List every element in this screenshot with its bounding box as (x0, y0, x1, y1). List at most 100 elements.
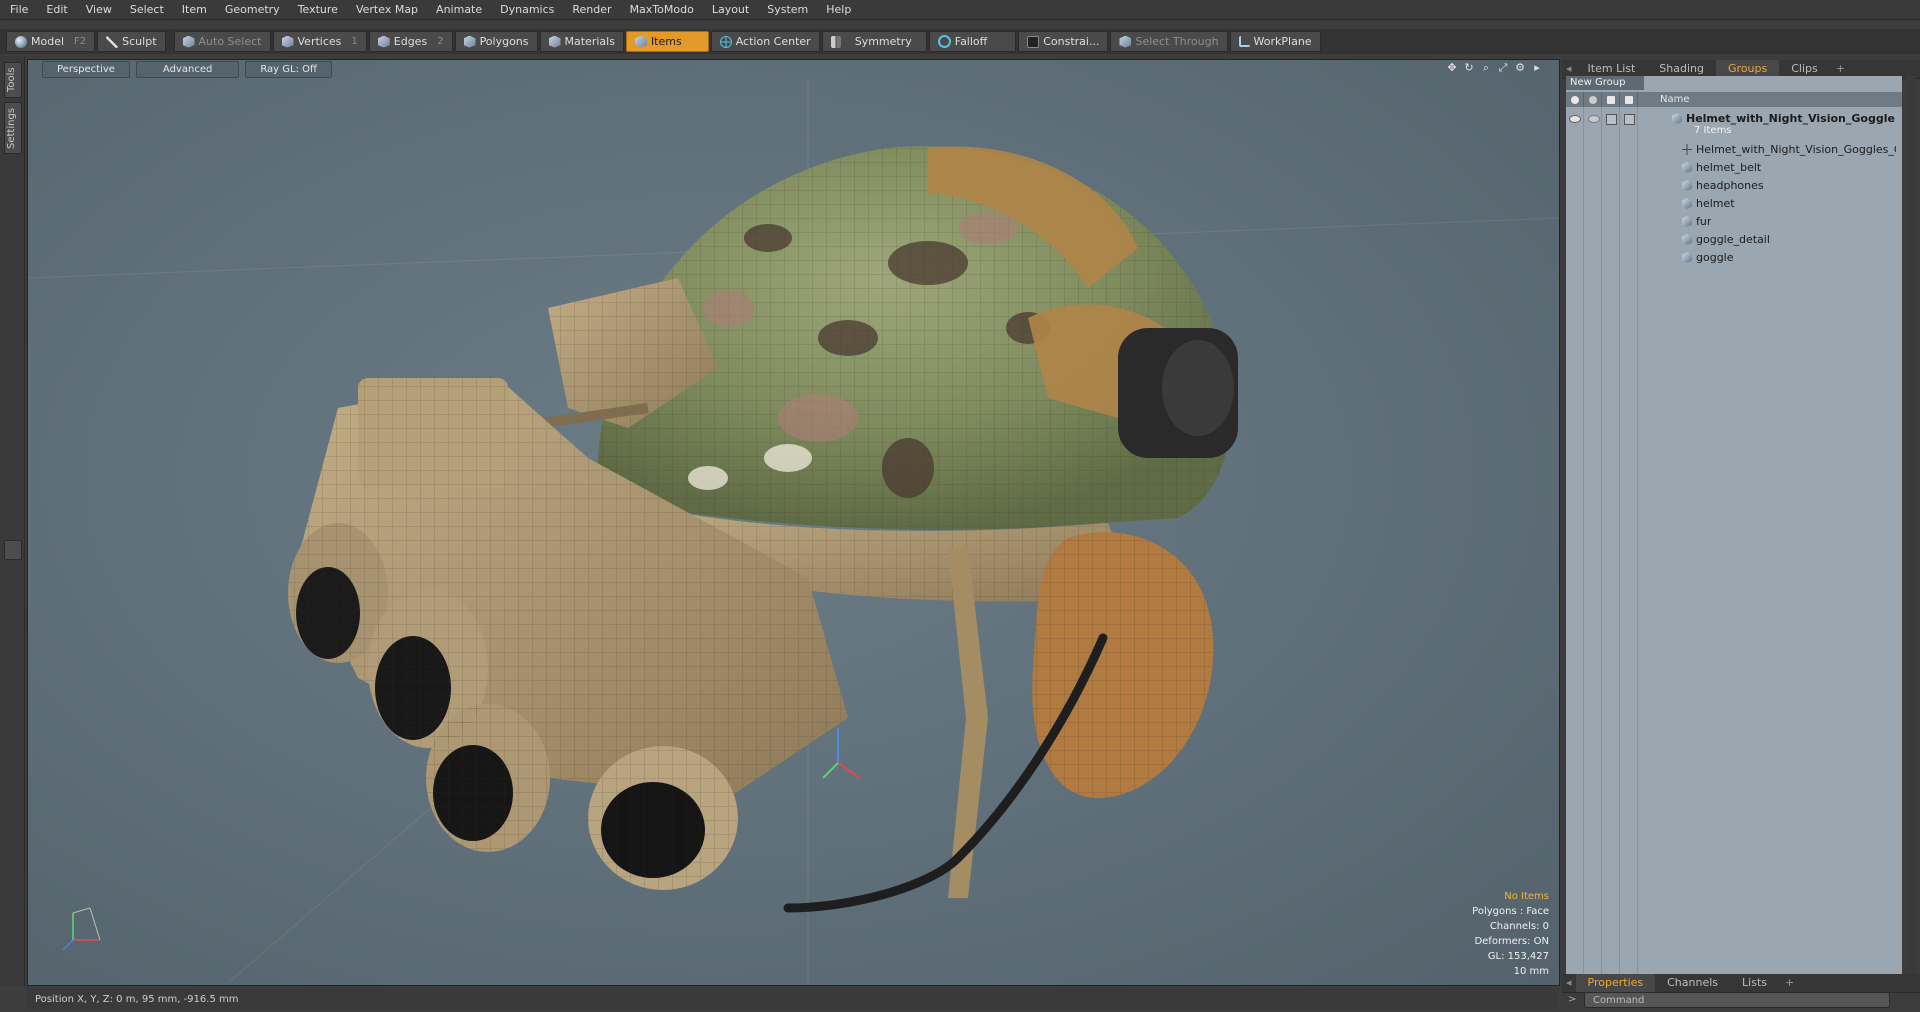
locator-icon (1682, 144, 1692, 155)
menu-maxtomodo[interactable]: MaxToModo (621, 0, 703, 19)
polygons-button[interactable]: Polygons (454, 31, 538, 52)
tab-lists[interactable]: Lists (1730, 974, 1779, 992)
tab-channels[interactable]: Channels (1655, 974, 1730, 992)
symmetry-button[interactable]: Symmetry (821, 31, 927, 52)
add-tab-button[interactable]: + (1779, 974, 1800, 992)
vertices-shortcut: 1 (351, 36, 358, 47)
tab-properties[interactable]: Properties (1575, 974, 1656, 992)
viewport-nav-icons: ✥ ↻ ⌕ ⤢ ⚙ ▸ (1446, 62, 1543, 74)
item-name: headphones (1696, 179, 1764, 192)
workplane-label: WorkPlane (1253, 35, 1312, 48)
list-item[interactable]: goggle_detail (1566, 232, 1902, 248)
gear-icon[interactable]: ⚙ (1514, 62, 1526, 74)
menu-render[interactable]: Render (563, 0, 620, 19)
channels-info: Channels: 0 (1489, 921, 1549, 932)
list-item[interactable]: helmet (1566, 196, 1902, 212)
tab-settings[interactable]: Settings (4, 102, 22, 154)
menu-geometry[interactable]: Geometry (216, 0, 289, 19)
raygl-button[interactable]: Ray GL: Off (245, 60, 332, 78)
command-prompt-icon: > (1568, 994, 1577, 1005)
item-name: goggle (1696, 251, 1734, 264)
3d-viewport[interactable]: Perspective Advanced Ray GL: Off ✥ ↻ ⌕ ⤢… (27, 59, 1560, 986)
menu-item[interactable]: Item (173, 0, 216, 19)
visibility-column-icon[interactable] (1566, 92, 1584, 107)
viewport-header: Perspective Advanced Ray GL: Off (28, 60, 1559, 78)
list-item[interactable]: helmet_belt (1566, 160, 1902, 176)
viewport-info-overlay: No Items Polygons : Face Channels: 0 Def… (1472, 889, 1549, 979)
render-icon[interactable] (1588, 115, 1600, 123)
menu-animate[interactable]: Animate (427, 0, 491, 19)
command-input[interactable]: Command (1584, 992, 1890, 1008)
status-bar: Position X, Y, Z: 0 m, 95 mm, -916.5 mm (27, 988, 1558, 1010)
edges-shortcut: 2 (437, 36, 444, 47)
constraints-button[interactable]: Constrai... (1018, 31, 1109, 52)
position-readout: Position X, Y, Z: 0 m, 95 mm, -916.5 mm (35, 993, 239, 1005)
strip-handle[interactable] (4, 540, 22, 560)
eye-icon[interactable] (1569, 115, 1581, 123)
menu-system[interactable]: System (758, 0, 817, 19)
new-group-button[interactable]: New Group (1566, 76, 1644, 90)
menu-view[interactable]: View (77, 0, 121, 19)
menu-texture[interactable]: Texture (289, 0, 347, 19)
items-button[interactable]: Items (625, 31, 709, 52)
sphere-icon (15, 35, 27, 48)
list-item[interactable]: goggle (1566, 250, 1902, 266)
perspective-button[interactable]: Perspective (42, 60, 130, 78)
menu-layout[interactable]: Layout (703, 0, 758, 19)
group-row[interactable]: Helmet_with_Night_Vision_Goggle... 7 Ite… (1566, 111, 1902, 139)
rotate-icon[interactable]: ↻ (1463, 62, 1475, 74)
menu-edit[interactable]: Edit (37, 0, 76, 19)
menu-help[interactable]: Help (817, 0, 860, 19)
item-name: helmet_belt (1696, 161, 1762, 174)
maximize-icon[interactable]: ⤢ (1497, 62, 1509, 74)
zoom-icon[interactable]: ⌕ (1480, 62, 1492, 74)
select-column-icon[interactable] (1620, 92, 1638, 107)
advanced-button[interactable]: Advanced (135, 60, 240, 78)
menu-select[interactable]: Select (121, 0, 173, 19)
menu-vertex-map[interactable]: Vertex Map (347, 0, 427, 19)
materials-button[interactable]: Materials (539, 31, 624, 52)
model-shortcut: F2 (74, 36, 87, 47)
mesh-icon (1682, 180, 1692, 191)
list-item[interactable]: headphones (1566, 178, 1902, 194)
falloff-button[interactable]: Falloff (928, 31, 1017, 52)
group-mesh-icon (1672, 113, 1682, 124)
menu-dynamics[interactable]: Dynamics (491, 0, 563, 19)
workplane-icon (1238, 36, 1250, 47)
panel-arrow-icon[interactable]: ◂ (1562, 974, 1576, 992)
symmetry-label: Symmetry (854, 35, 912, 48)
model-label: Model (31, 35, 65, 48)
list-item[interactable]: Helmet_with_Night_Vision_Goggles_Gr... (1566, 142, 1902, 158)
cube-icon (377, 35, 390, 48)
render-column-icon[interactable] (1584, 92, 1602, 107)
sculpt-button[interactable]: Sculpt (97, 31, 166, 52)
model-button[interactable]: Model F2 (6, 31, 96, 52)
groups-scrollbar[interactable] (1906, 76, 1916, 976)
left-tool-strip: Tools Settings (0, 56, 25, 986)
helmet-model-render[interactable] (28, 78, 1559, 983)
menu-file[interactable]: File (0, 0, 37, 19)
name-column-header[interactable]: Name (1660, 94, 1690, 105)
action-center-button[interactable]: Action Center (710, 31, 820, 52)
auto-select-button[interactable]: Auto Select (173, 31, 271, 52)
workplane-button[interactable]: WorkPlane (1229, 31, 1321, 52)
falloff-label: Falloff (954, 35, 988, 48)
cube-icon (463, 35, 476, 48)
cube-icon (281, 35, 294, 48)
select-checkbox[interactable] (1624, 114, 1635, 125)
pan-icon[interactable]: ✥ (1446, 62, 1458, 74)
axis-gizmo (62, 907, 101, 951)
list-item[interactable]: fur (1566, 214, 1902, 230)
select-through-button[interactable]: Select Through (1110, 31, 1228, 52)
item-name: goggle_detail (1696, 233, 1770, 246)
lock-column-icon[interactable] (1602, 92, 1620, 107)
bottom-panel-tabs: ◂ Properties Channels Lists + (1562, 974, 1920, 993)
edges-label: Edges (393, 35, 428, 48)
gl-poly-count: GL: 153,427 (1487, 951, 1549, 962)
groups-column-header: Name (1566, 92, 1902, 107)
vertices-button[interactable]: Vertices 1 (272, 31, 367, 52)
edges-button[interactable]: Edges 2 (368, 31, 453, 52)
lock-checkbox[interactable] (1606, 114, 1617, 125)
expand-arrow-icon[interactable]: ▸ (1531, 62, 1543, 74)
tab-tools[interactable]: Tools (4, 62, 22, 98)
